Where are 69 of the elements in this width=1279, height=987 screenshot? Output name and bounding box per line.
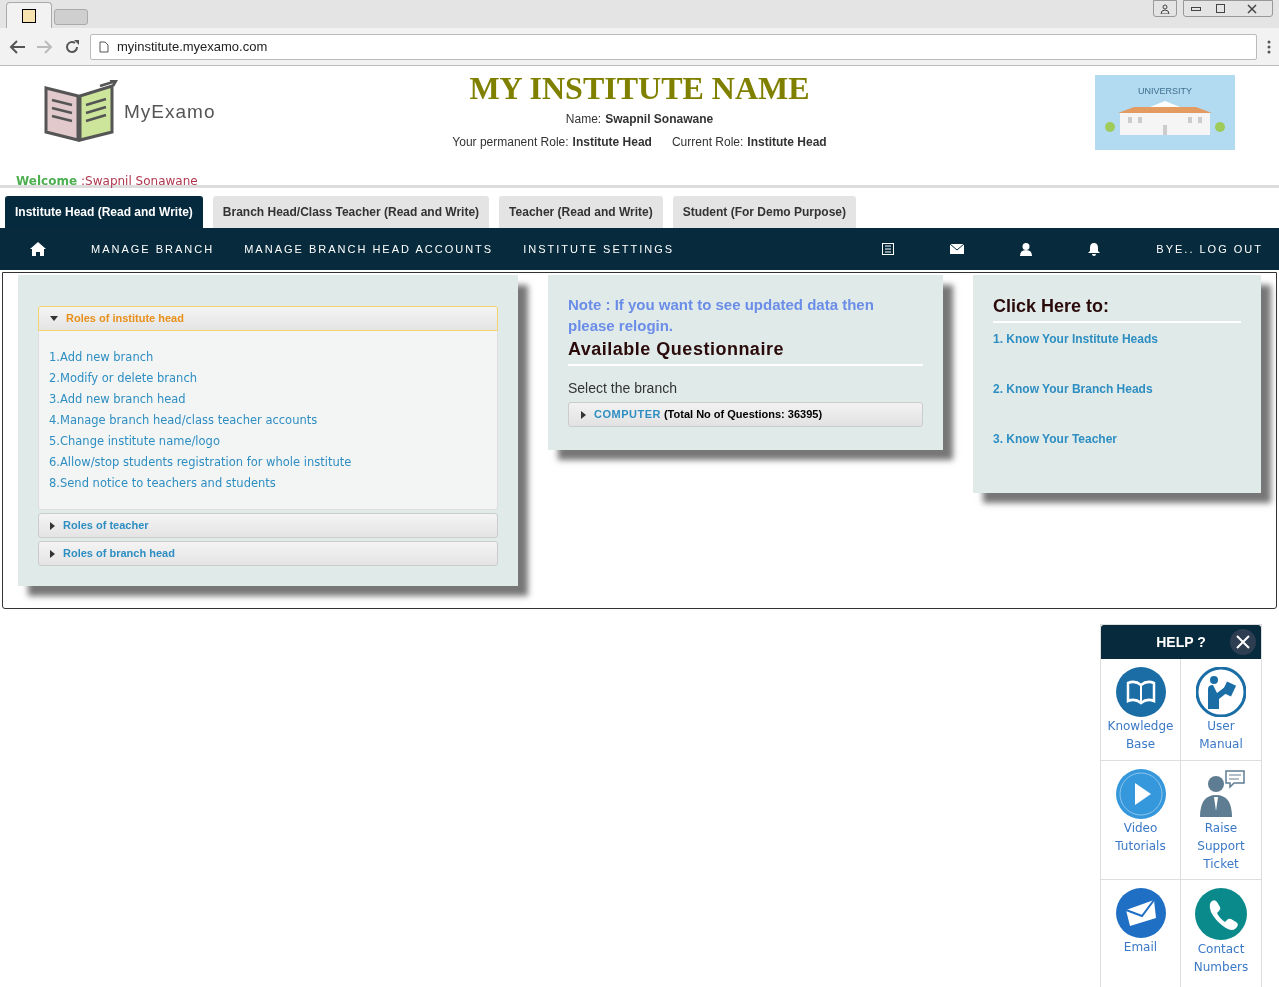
- home-icon[interactable]: [30, 242, 46, 256]
- quick-links-title: Click Here to:: [993, 293, 1241, 323]
- welcome-label: Welcome: [16, 173, 78, 190]
- quick-link[interactable]: 2. Know Your Branch Heads: [993, 381, 1153, 397]
- permanent-role-value: Institute Head: [572, 134, 652, 151]
- address-bar[interactable]: myinstitute.myexamo.com: [90, 33, 1257, 60]
- url-text: myinstitute.myexamo.com: [117, 37, 268, 56]
- role-tab[interactable]: Student (For Demo Purpose): [672, 196, 857, 228]
- role-link[interactable]: 3.Add new branch head: [49, 391, 186, 407]
- caret-icon: [50, 549, 55, 558]
- branch-accordion[interactable]: COMPUTER (Total No of Questions: 36395): [568, 402, 923, 427]
- help-item[interactable]: Raise Support Ticket: [1181, 761, 1261, 880]
- role-tab[interactable]: Institute Head (Read and Write): [5, 196, 203, 228]
- logout-link[interactable]: BYE.. LOG OUT: [1156, 240, 1263, 258]
- name-value: Swapnil Sonawane: [605, 111, 714, 128]
- menu-icon[interactable]: [1267, 39, 1271, 54]
- reload-icon[interactable]: [64, 38, 80, 55]
- caret-icon: [50, 521, 55, 530]
- page-icon: [99, 40, 109, 53]
- role-tab[interactable]: Branch Head/Class Teacher (Read and Write): [212, 196, 490, 228]
- question-count: (Total No of Questions: 36395): [663, 407, 823, 423]
- help-item[interactable]: Contact Numbers: [1181, 880, 1261, 987]
- help-item[interactable]: Knowledge Base: [1101, 659, 1181, 761]
- role-link[interactable]: 8.Send notice to teachers and students: [49, 475, 276, 491]
- select-label: Select the branch: [568, 379, 678, 398]
- favicon-icon: [22, 8, 36, 23]
- help-title: HELP ?: [1156, 632, 1206, 652]
- welcome-name: :Swapnil Sonawane: [81, 173, 198, 190]
- role-link[interactable]: 4.Manage branch head/class teacher accounts: [49, 412, 318, 428]
- envelope-icon: [1115, 888, 1166, 938]
- relogin-note: Note : If you want to see updated data then please relogin.: [568, 295, 875, 336]
- banner-text: UNIVERSITY: [1138, 85, 1192, 98]
- profile-icon[interactable]: [1153, 0, 1177, 17]
- person-reading-icon: [1196, 667, 1246, 717]
- browser-tab[interactable]: [6, 2, 52, 28]
- close-icon[interactable]: [1229, 628, 1257, 656]
- permanent-role-label: Your permanent Role:: [452, 134, 569, 151]
- branch-name: COMPUTER: [594, 407, 661, 423]
- role-link[interactable]: 1.Add new branch: [49, 349, 154, 365]
- caret-icon: [50, 316, 58, 321]
- nav-link[interactable]: INSTITUTE SETTINGS: [523, 240, 675, 258]
- institute-name: MY INSTITUTE NAME: [469, 70, 810, 106]
- accordion-header[interactable]: Roles of teacher: [38, 513, 498, 538]
- play-icon: [1115, 769, 1166, 819]
- mail-icon[interactable]: [950, 244, 965, 254]
- nav-link[interactable]: MANAGE BRANCH: [91, 240, 215, 258]
- quick-link[interactable]: 3. Know Your Teacher: [993, 431, 1118, 447]
- nav-link[interactable]: MANAGE BRANCH HEAD ACCOUNTS: [244, 240, 494, 258]
- logo-text: MyExamo: [124, 99, 216, 124]
- role-link[interactable]: 2.Modify or delete branch: [49, 370, 197, 386]
- current-role-label: Current Role:: [671, 134, 744, 151]
- role-link[interactable]: 5.Change institute name/logo: [49, 433, 220, 449]
- help-item[interactable]: User Manual: [1181, 659, 1261, 761]
- open-book-icon: [1115, 667, 1166, 717]
- role-tab[interactable]: Teacher (Read and Write): [499, 196, 663, 228]
- bell-icon[interactable]: [1088, 242, 1101, 256]
- back-icon[interactable]: [8, 38, 26, 55]
- quick-link[interactable]: 1. Know Your Institute Heads: [993, 331, 1158, 347]
- user-icon[interactable]: [1020, 242, 1033, 256]
- help-item[interactable]: Email: [1101, 880, 1181, 987]
- accordion-header[interactable]: Roles of branch head: [38, 541, 498, 566]
- caret-icon: [581, 410, 586, 419]
- role-link[interactable]: 6.Allow/stop students registration for whole institute: [49, 454, 352, 470]
- questionnaire-title: Available Questionnaire: [568, 336, 923, 366]
- name-label: Name:: [565, 111, 602, 128]
- list-icon[interactable]: [882, 243, 895, 255]
- current-role-value: Institute Head: [747, 134, 827, 151]
- phone-icon: [1195, 888, 1247, 940]
- help-item[interactable]: Video Tutorials: [1101, 761, 1181, 880]
